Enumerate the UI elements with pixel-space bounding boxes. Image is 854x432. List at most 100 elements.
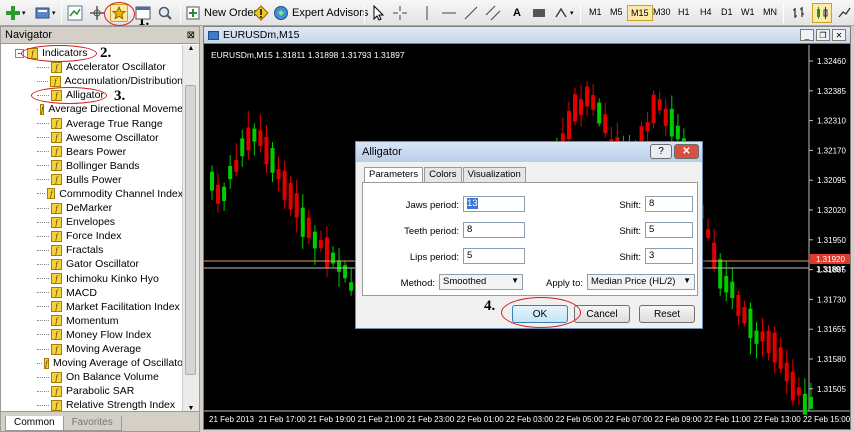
indicator-item[interactable]: f Parabolic SAR <box>1 384 183 398</box>
scroll-up-icon[interactable]: ▲ <box>183 45 199 57</box>
indicator-item[interactable]: f Bulls Power <box>1 173 183 187</box>
chart-window-titlebar: EURUSDm,M15 _ ❐ ✕ <box>204 27 850 44</box>
indicator-item[interactable]: f Moving Average <box>1 342 183 356</box>
arrows-icon <box>552 4 570 22</box>
indicator-item[interactable]: f Bollinger Bands <box>1 159 183 173</box>
timeframe-d1[interactable]: D1 <box>718 5 736 21</box>
cancel-button[interactable]: Cancel <box>574 305 630 323</box>
method-select[interactable]: Smoothed ▼ <box>439 274 523 290</box>
lips-shift-input[interactable]: 3 <box>645 248 693 264</box>
chart-window-icon <box>208 30 219 40</box>
navigator-scrollbar[interactable]: ▲ ▼ <box>182 45 199 413</box>
candle-body <box>796 387 801 396</box>
teeth-shift-input[interactable]: 5 <box>645 222 693 238</box>
crosshair-tool-button[interactable] <box>391 3 409 23</box>
restore-icon[interactable]: ❐ <box>816 29 830 41</box>
cursor-tool-button[interactable] <box>369 3 387 23</box>
indicator-item[interactable]: f Awesome Oscillator <box>1 131 183 145</box>
indicator-item[interactable]: f Ichimoku Kinko Hyo <box>1 272 183 286</box>
indicator-label: Awesome Oscillator <box>66 131 159 144</box>
indicator-item[interactable]: f Gator Oscillator <box>1 257 183 271</box>
navigator-close-icon[interactable]: ⊠ <box>187 30 195 41</box>
candle-body <box>276 169 281 180</box>
horizontal-line-icon <box>440 4 458 22</box>
profiles-button[interactable]: ▾ <box>34 3 56 23</box>
new-chart-button[interactable]: ▾ <box>4 3 26 23</box>
indicator-item[interactable]: f Accelerator Oscillator <box>1 60 183 74</box>
price-axis-label: 1.32170 <box>817 146 846 155</box>
method-label: Method: <box>400 278 435 289</box>
candle-body <box>300 207 305 237</box>
candle-body <box>718 259 723 289</box>
strategy-tester-button[interactable] <box>156 3 174 23</box>
candle-body <box>349 282 354 291</box>
candle-body <box>724 275 729 293</box>
candle-body <box>246 127 251 151</box>
indicator-item[interactable]: f Momentum <box>1 314 183 328</box>
timeframe-h4[interactable]: H4 <box>697 5 715 21</box>
scroll-thumb[interactable] <box>185 85 196 375</box>
price-axis-label: 1.32385 <box>817 87 846 96</box>
timeframe-m5[interactable]: M5 <box>607 5 626 21</box>
label-tool-button[interactable] <box>530 3 548 23</box>
apply-to-select[interactable]: Median Price (HL/2) ▼ <box>587 274 695 290</box>
chart-info-text: EURUSDm,M15 1.31811 1.31898 1.31793 1.31… <box>211 50 405 60</box>
timeframe-m1[interactable]: M1 <box>586 5 605 21</box>
line-chart-button[interactable] <box>836 3 854 23</box>
price-axis-label: 1.32020 <box>817 206 846 215</box>
close-window-icon[interactable]: ✕ <box>832 29 846 41</box>
text-tool-button[interactable]: A <box>508 3 526 23</box>
terminal-button[interactable] <box>134 3 152 23</box>
trendline-tool-button[interactable] <box>462 3 480 23</box>
expert-advisors-button[interactable]: Expert Advisors <box>272 3 368 23</box>
market-watch-button[interactable] <box>66 3 84 23</box>
candle-body <box>742 307 747 324</box>
candlestick-chart-button[interactable] <box>812 3 832 23</box>
timeframe-w1[interactable]: W1 <box>738 5 758 21</box>
teeth-period-input[interactable]: 8 <box>463 222 525 238</box>
minimize-icon[interactable]: _ <box>800 29 814 41</box>
indicator-item[interactable]: f Market Facilitation Index <box>1 300 183 314</box>
indicator-item[interactable]: f Average True Range <box>1 116 183 130</box>
teeth-shift-label: Shift: <box>619 226 641 237</box>
tab-common[interactable]: Common <box>5 416 64 431</box>
indicator-item[interactable]: f Accumulation/Distribution <box>1 74 183 88</box>
timeframe-h1[interactable]: H1 <box>675 5 693 21</box>
time-axis-label: 22 Feb 05:00 <box>556 415 604 424</box>
chart-shift-button[interactable] <box>790 3 808 23</box>
help-button[interactable]: ? <box>650 144 672 159</box>
indicator-item[interactable]: f Moving Average of Oscillato <box>1 356 183 370</box>
horizontal-line-tool-button[interactable] <box>440 3 458 23</box>
tab-favorites[interactable]: Favorites <box>63 416 122 431</box>
lips-period-input[interactable]: 5 <box>463 248 525 264</box>
ask-price-label: 1.31897 <box>816 265 845 274</box>
indicator-item[interactable]: f Fractals <box>1 243 183 257</box>
tab-colors[interactable]: Colors <box>424 167 462 183</box>
jaws-period-input[interactable]: 13 <box>463 196 525 212</box>
reset-button[interactable]: Reset <box>639 305 695 323</box>
indicator-item[interactable]: f DeMarker <box>1 201 183 215</box>
channel-tool-button[interactable] <box>484 3 502 23</box>
indicator-item[interactable]: f Bears Power <box>1 145 183 159</box>
indicator-item[interactable]: f Average Directional Moveme <box>1 102 183 116</box>
new-order-button[interactable]: New Order <box>184 3 257 23</box>
indicator-item[interactable]: f Commodity Channel Index <box>1 187 183 201</box>
indicator-item[interactable]: f Money Flow Index <box>1 328 183 342</box>
indicator-icon: f <box>51 160 62 172</box>
indicator-item[interactable]: f MACD <box>1 286 183 300</box>
timeframe-m15[interactable]: M15 <box>627 5 653 21</box>
arrows-tool-button[interactable]: ▾ <box>552 3 574 23</box>
indicator-item[interactable]: f On Balance Volume <box>1 370 183 384</box>
vertical-line-tool-button[interactable] <box>418 3 436 23</box>
indicator-label: Commodity Channel Index <box>59 187 183 200</box>
indicator-item[interactable]: f Envelopes <box>1 215 183 229</box>
jaws-shift-input[interactable]: 8 <box>645 196 693 212</box>
timeframe-m30[interactable]: M30 <box>650 5 674 21</box>
timeframe-mn[interactable]: MN <box>760 5 780 21</box>
metaeditor-button[interactable] <box>252 3 270 23</box>
vertical-line-icon <box>418 4 436 22</box>
dialog-close-button[interactable]: ✕ <box>674 144 699 159</box>
navigator-title: Navigator <box>5 29 53 41</box>
indicator-item[interactable]: f Force Index <box>1 229 183 243</box>
tab-visualization[interactable]: Visualization <box>462 167 526 183</box>
